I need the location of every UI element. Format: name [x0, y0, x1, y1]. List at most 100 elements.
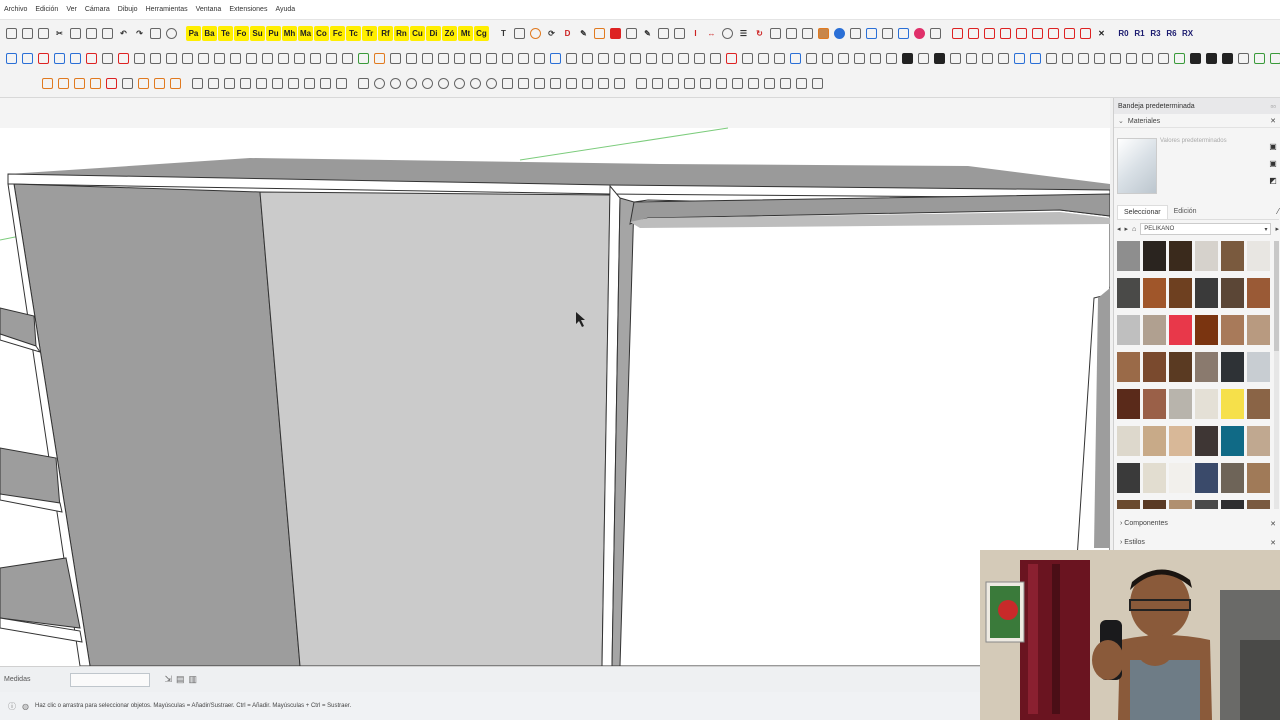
- material-swatch[interactable]: [1169, 241, 1192, 271]
- save-icon[interactable]: [36, 26, 51, 41]
- edit-icon[interactable]: ✎: [640, 26, 655, 41]
- plugin-tool-button[interactable]: Ba: [202, 25, 217, 41]
- material-swatch[interactable]: [1143, 315, 1166, 345]
- menu-item[interactable]: Archivo: [4, 6, 27, 13]
- toolbar-icon[interactable]: [356, 51, 371, 66]
- material-swatch[interactable]: [1195, 352, 1218, 382]
- toolbar-icon[interactable]: [136, 76, 151, 91]
- rotation-button[interactable]: R1: [1132, 26, 1147, 41]
- material-swatch[interactable]: [1169, 278, 1192, 308]
- toolbar-icon[interactable]: [772, 51, 787, 66]
- toolbar-icon[interactable]: [238, 76, 253, 91]
- rotation-button[interactable]: RX: [1180, 26, 1195, 41]
- toolbar-icon[interactable]: [484, 51, 499, 66]
- toolbar-icon[interactable]: [388, 76, 403, 91]
- toolbar-icon[interactable]: [644, 51, 659, 66]
- menu-item[interactable]: Edición: [35, 6, 58, 13]
- toolbar-icon[interactable]: [356, 76, 371, 91]
- home-icon[interactable]: ⌂: [1132, 226, 1136, 233]
- toolbar-icon[interactable]: [1252, 51, 1267, 66]
- toolbar-icon[interactable]: [88, 76, 103, 91]
- toolbar-icon[interactable]: [580, 76, 595, 91]
- toolbar-icon[interactable]: [436, 76, 451, 91]
- menu-item[interactable]: Dibujo: [118, 6, 138, 13]
- material-swatch[interactable]: [1221, 463, 1244, 493]
- toolbar-icon[interactable]: [152, 76, 167, 91]
- toolbar-icon[interactable]: [308, 51, 323, 66]
- toolbar-icon[interactable]: [68, 51, 83, 66]
- material-swatch[interactable]: [1117, 315, 1140, 345]
- material-swatch[interactable]: [1221, 389, 1244, 419]
- list-icon[interactable]: ☰: [736, 26, 751, 41]
- toolbar-icon[interactable]: [762, 76, 777, 91]
- toolbar-icon[interactable]: [36, 51, 51, 66]
- plugin-tool-button[interactable]: Co: [314, 25, 329, 41]
- toolbar-icon[interactable]: [1236, 51, 1251, 66]
- material-swatch[interactable]: [1117, 389, 1140, 419]
- redo-icon[interactable]: ↷: [132, 26, 147, 41]
- toolbar-icon[interactable]: [436, 51, 451, 66]
- toolbar-icon[interactable]: [884, 51, 899, 66]
- toolbar-icon[interactable]: [324, 51, 339, 66]
- toolbar-icon[interactable]: [1092, 51, 1107, 66]
- toolbar-icon[interactable]: [1012, 51, 1027, 66]
- toolbar-icon[interactable]: [302, 76, 317, 91]
- material-swatch[interactable]: [1247, 241, 1270, 271]
- material-swatch[interactable]: [1221, 278, 1244, 308]
- paste-icon[interactable]: [84, 26, 99, 41]
- box-icon[interactable]: [966, 26, 981, 41]
- toolbar-icon[interactable]: [596, 51, 611, 66]
- toolbar-icon[interactable]: [660, 51, 675, 66]
- toolbar-icon[interactable]: [1140, 51, 1155, 66]
- toolbar-icon[interactable]: [532, 76, 547, 91]
- toolbar-icon[interactable]: [852, 51, 867, 66]
- plugin-tool-button[interactable]: Tr: [362, 25, 377, 41]
- toolbar-icon[interactable]: [794, 76, 809, 91]
- material-swatch[interactable]: [1143, 278, 1166, 308]
- toolbar-icon[interactable]: [628, 51, 643, 66]
- toolbar-icon[interactable]: [650, 76, 665, 91]
- box-icon[interactable]: [1062, 26, 1077, 41]
- material-swatch[interactable]: [1247, 389, 1270, 419]
- toolbar-icon[interactable]: [56, 76, 71, 91]
- library-select[interactable]: PELIKANO ▾: [1140, 223, 1272, 235]
- toolbar-icon[interactable]: [4, 51, 19, 66]
- toolbar-icon[interactable]: [714, 76, 729, 91]
- toolbar-icon[interactable]: [254, 76, 269, 91]
- toolbar-icon[interactable]: [270, 76, 285, 91]
- close-icon[interactable]: ✕: [1270, 539, 1276, 547]
- toolbar-icon[interactable]: [1172, 51, 1187, 66]
- copy-icon[interactable]: [68, 26, 83, 41]
- close-icon[interactable]: ✕: [1270, 117, 1276, 125]
- component-icon[interactable]: [928, 26, 943, 41]
- toolbar-icon[interactable]: [548, 76, 563, 91]
- toolbar-icon[interactable]: [180, 51, 195, 66]
- measure-i-icon[interactable]: I: [688, 26, 703, 41]
- cabinet-icon[interactable]: [848, 26, 863, 41]
- toolbar-icon[interactable]: [116, 51, 131, 66]
- cut-icon[interactable]: ✂: [52, 26, 67, 41]
- grid-icon[interactable]: [624, 26, 639, 41]
- plugin-tool-button[interactable]: Su: [250, 25, 265, 41]
- material-swatch[interactable]: [1247, 426, 1270, 456]
- toolbar-icon[interactable]: [40, 76, 55, 91]
- measurements-input[interactable]: [70, 672, 151, 687]
- plugin-tool-button[interactable]: Fo: [234, 25, 249, 41]
- toolbar-icon[interactable]: [810, 76, 825, 91]
- toolbar-icon[interactable]: [1220, 51, 1235, 66]
- toolbar-icon[interactable]: [778, 76, 793, 91]
- toolbar-icon[interactable]: [20, 51, 35, 66]
- rotate-icon[interactable]: ⟳: [544, 26, 559, 41]
- create-material-icon[interactable]: ▣: [1269, 159, 1277, 168]
- toolbar-icon[interactable]: [104, 76, 119, 91]
- toolbar-icon[interactable]: [730, 76, 745, 91]
- tray-pin-icon[interactable]: ▫▫: [1270, 102, 1276, 111]
- material-swatch[interactable]: [1143, 500, 1166, 509]
- components-section-header[interactable]: › Componentes ✕: [1117, 516, 1279, 531]
- toolbar-icon[interactable]: [148, 51, 163, 66]
- material-swatch[interactable]: [1169, 500, 1192, 509]
- material-swatch[interactable]: [1169, 352, 1192, 382]
- toolbar-icon[interactable]: [980, 51, 995, 66]
- new-file-icon[interactable]: [4, 26, 19, 41]
- material-name-field[interactable]: Valores predeterminados: [1158, 138, 1269, 150]
